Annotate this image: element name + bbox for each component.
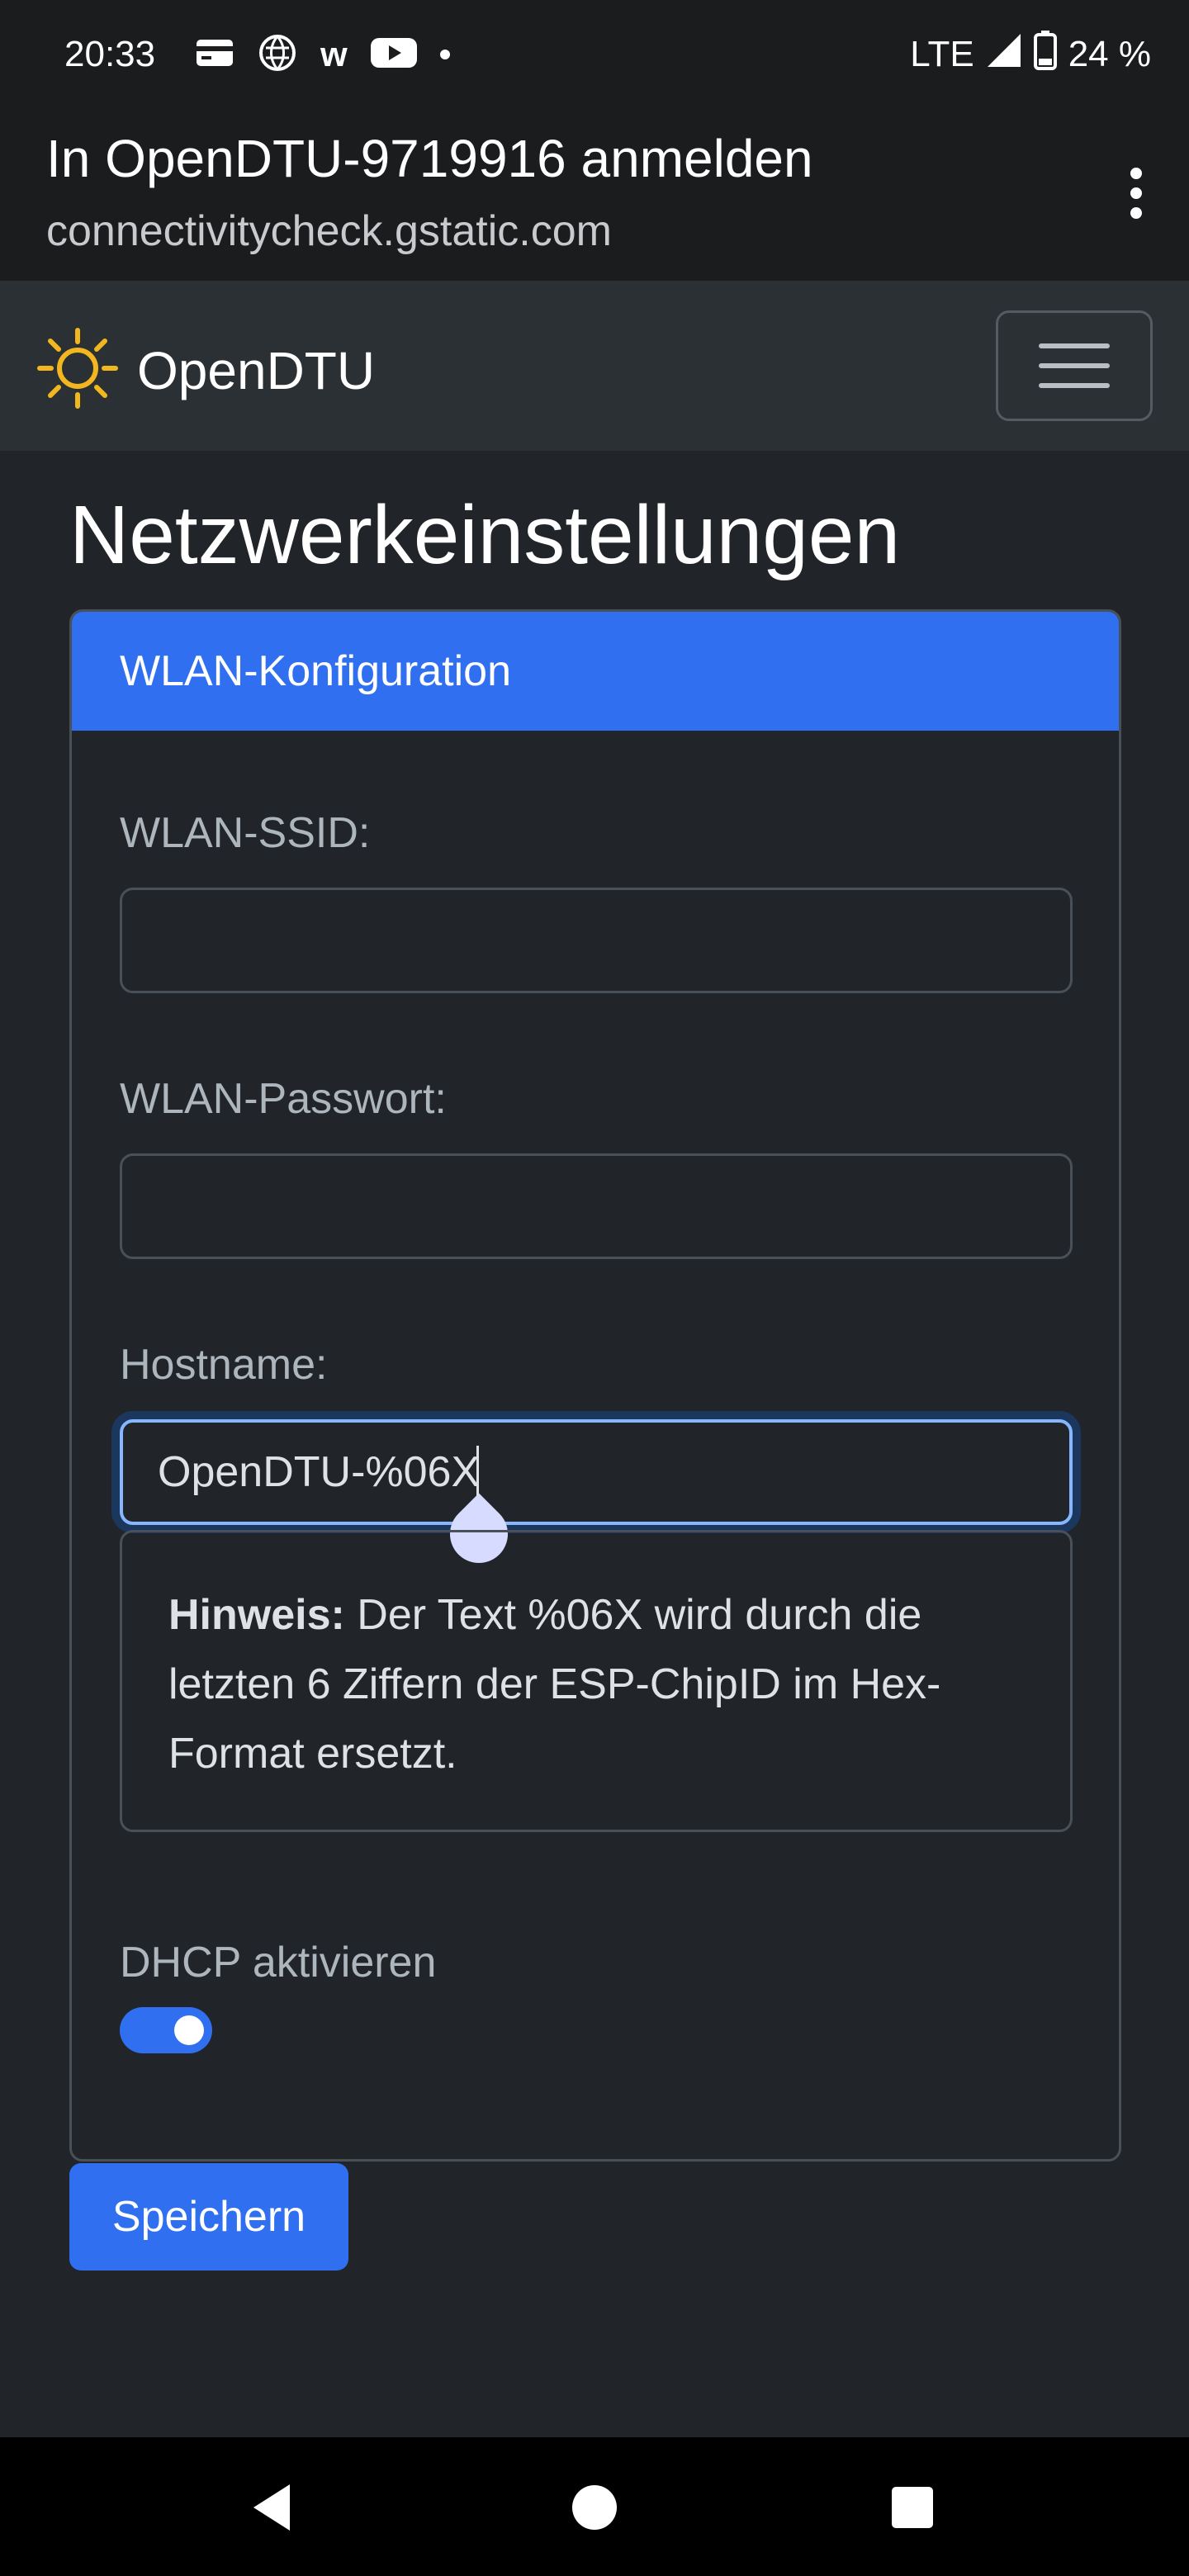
recents-icon[interactable] [875, 2470, 950, 2545]
network-type: LTE [910, 34, 974, 74]
save-button[interactable]: Speichern [69, 2163, 348, 2271]
status-bar: 20:33 w LTE 24 % [0, 0, 1189, 107]
sun-icon [33, 324, 122, 417]
system-navigation-bar [0, 2437, 1189, 2576]
ssid-label: WLAN-SSID: [120, 809, 371, 857]
vpn-globe-icon [258, 33, 297, 77]
hamburger-icon [1039, 343, 1110, 348]
portal-title: In OpenDTU-9719916 anmelden [46, 129, 813, 188]
hostname-hint: Hinweis: Der Text %06X wird durch die le… [120, 1530, 1073, 1832]
notification-icons: w [195, 33, 450, 76]
brand-link[interactable]: OpenDTU [33, 324, 375, 417]
w-icon: w [320, 35, 348, 73]
signal-icon [986, 32, 1022, 78]
password-input[interactable] [120, 1153, 1073, 1259]
hint-title: Hinweis: [168, 1591, 345, 1639]
dot-icon [439, 50, 450, 59]
card-icon [195, 36, 234, 73]
system-icons: LTE 24 % [910, 30, 1151, 79]
battery-icon [1033, 30, 1057, 79]
text-caret [476, 1446, 479, 1499]
hostname-input[interactable] [120, 1419, 1073, 1525]
home-icon[interactable] [557, 2470, 632, 2545]
ssid-input[interactable] [120, 888, 1073, 993]
more-options-icon[interactable] [1110, 152, 1163, 234]
status-time: 20:33 [64, 34, 156, 74]
portal-url: connectivitycheck.gstatic.com [46, 207, 612, 255]
back-icon[interactable] [236, 2470, 310, 2545]
password-label: WLAN-Passwort: [120, 1075, 447, 1123]
brand-name: OpenDTU [137, 340, 376, 400]
card-header: WLAN-Konfiguration [72, 612, 1119, 731]
dhcp-label: DHCP aktivieren [120, 1939, 437, 1986]
toggle-knob [174, 2015, 204, 2045]
youtube-icon [370, 36, 417, 73]
wlan-config-card: WLAN-Konfiguration WLAN-SSID: WLAN-Passw… [69, 609, 1121, 2162]
dhcp-toggle[interactable] [120, 2007, 212, 2053]
captive-portal-header: In OpenDTU-9719916 anmelden connectivity… [0, 107, 1189, 281]
battery-percent: 24 % [1068, 34, 1151, 74]
navbar: OpenDTU [0, 281, 1189, 451]
navbar-toggler-button[interactable] [996, 310, 1153, 421]
hostname-label: Hostname: [120, 1341, 328, 1389]
page-title: Netzwerkeinstellungen [69, 489, 901, 581]
